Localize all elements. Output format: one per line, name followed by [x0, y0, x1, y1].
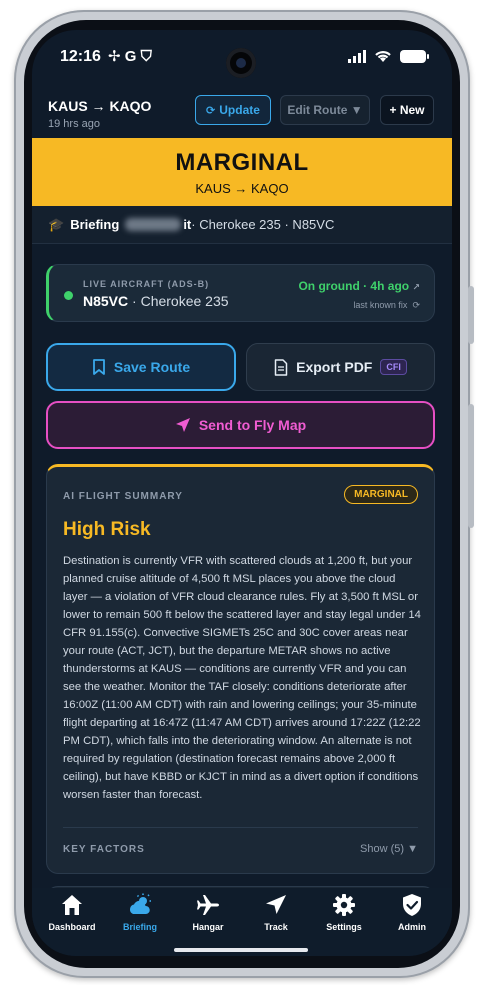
nav-settings[interactable]: Settings	[311, 892, 377, 956]
nav-admin[interactable]: Admin	[379, 892, 445, 956]
shield-check-icon	[403, 894, 421, 916]
nav-label: Settings	[326, 922, 362, 932]
last-fix-text: last known fix	[353, 300, 408, 310]
status-right	[348, 49, 429, 63]
aircraft-status-text: On ground · 4h ago	[298, 279, 410, 293]
navigation-arrow-icon	[175, 418, 190, 432]
ai-flight-summary-card: AI FLIGHT SUMMARY MARGINAL High Risk Des…	[46, 464, 435, 874]
cfi-badge: CFI	[380, 359, 407, 375]
send-to-fly-map-label: Send to Fly Map	[198, 417, 307, 433]
signal-icon	[348, 49, 366, 63]
power-button	[468, 404, 474, 528]
live-aircraft-card[interactable]: LIVE AIRCRAFT (ADS-B) N85VC · Cherokee 2…	[46, 264, 435, 322]
document-icon	[274, 358, 288, 376]
aircraft-model: · Cherokee 235	[128, 293, 229, 309]
update-button-label: Update	[219, 103, 260, 117]
new-route-button[interactable]: + New	[380, 95, 434, 125]
briefing-details: · Cherokee 235 · N85VC	[191, 217, 335, 232]
nav-label: Track	[264, 922, 288, 932]
bookmark-icon	[92, 359, 105, 375]
camera-hole	[226, 48, 256, 78]
aircraft-status: On ground · 4h ago ↗	[298, 279, 420, 293]
key-factors-label: KEY FACTORS	[63, 844, 145, 855]
battery-icon	[400, 49, 429, 63]
wifi-icon	[375, 51, 391, 62]
nav-label: Hangar	[192, 922, 224, 932]
refresh-icon: ⟳	[206, 104, 216, 117]
volume-button	[468, 286, 474, 344]
redacted-name	[125, 218, 182, 231]
bottom-navigation: Dashboard Briefing Hangar Track Settings…	[32, 888, 452, 956]
home-indicator[interactable]	[174, 948, 308, 952]
live-status-dot	[64, 291, 73, 300]
edit-route-button[interactable]: Edit Route ▼	[280, 95, 370, 125]
update-button[interactable]: ⟳ Update	[195, 95, 271, 125]
weather-icon	[129, 893, 151, 914]
refresh-icon: ⟳	[409, 300, 420, 310]
app-screen: 12:16 ✢ G ⛉ KAUS → KAQO 19 hrs ago ⟳ Upd…	[32, 30, 452, 956]
export-pdf-button[interactable]: Export PDF CFI	[246, 343, 435, 391]
briefing-info-row: 🎓 Briefing it · Cherokee 235 · N85VC	[32, 206, 452, 244]
summary-divider	[63, 827, 418, 828]
last-fix-note: last known fix ⟳	[353, 300, 420, 311]
nav-track[interactable]: Track	[243, 892, 309, 956]
live-aircraft-label: LIVE AIRCRAFT (ADS-B)	[83, 279, 210, 289]
status-bar: 12:16 ✢ G ⛉	[32, 30, 452, 90]
status-time: 12:16	[60, 48, 101, 65]
aircraft-id: N85VC · Cherokee 235	[83, 293, 229, 309]
summary-section-label: AI FLIGHT SUMMARY	[63, 491, 183, 502]
home-icon	[62, 895, 82, 915]
nav-label: Dashboard	[48, 922, 96, 932]
key-factors-toggle[interactable]: Show (5) ▼	[360, 843, 418, 855]
send-to-fly-map-button[interactable]: Send to Fly Map	[46, 401, 435, 449]
nav-briefing[interactable]: Briefing	[107, 892, 173, 956]
plane-icon	[197, 895, 219, 915]
gear-icon	[333, 894, 355, 916]
route-title: KAUS → KAQO	[48, 98, 152, 114]
flight-category-title: MARGINAL	[175, 149, 309, 176]
save-route-label: Save Route	[113, 359, 191, 375]
notification-icons: ✢ G ⛉	[108, 48, 152, 65]
navigation-arrow-icon	[266, 895, 286, 914]
briefing-suffix: it	[183, 217, 192, 232]
save-route-button[interactable]: Save Route	[46, 343, 236, 391]
export-pdf-label: Export PDF	[296, 359, 373, 375]
external-link-icon: ↗	[412, 282, 420, 292]
flight-category-banner: MARGINAL KAUS → KAQO	[32, 138, 452, 206]
nav-label: Briefing	[122, 922, 157, 932]
summary-text: Destination is currently VFR with scatte…	[63, 555, 421, 801]
route-header: KAUS → KAQO 19 hrs ago ⟳ Update Edit Rou…	[32, 92, 452, 140]
banner-route: KAUS → KAQO	[195, 181, 289, 196]
briefing-label: Briefing	[70, 217, 120, 232]
nav-dashboard[interactable]: Dashboard	[39, 892, 105, 956]
nav-label: Admin	[398, 922, 426, 932]
summary-category-badge: MARGINAL	[344, 485, 418, 504]
risk-level-title: High Risk	[63, 519, 151, 540]
aircraft-tail: N85VC	[83, 293, 129, 309]
graduation-cap-icon: 🎓	[48, 216, 65, 232]
route-age: 19 hrs ago	[48, 118, 100, 130]
nav-hangar[interactable]: Hangar	[175, 892, 241, 956]
